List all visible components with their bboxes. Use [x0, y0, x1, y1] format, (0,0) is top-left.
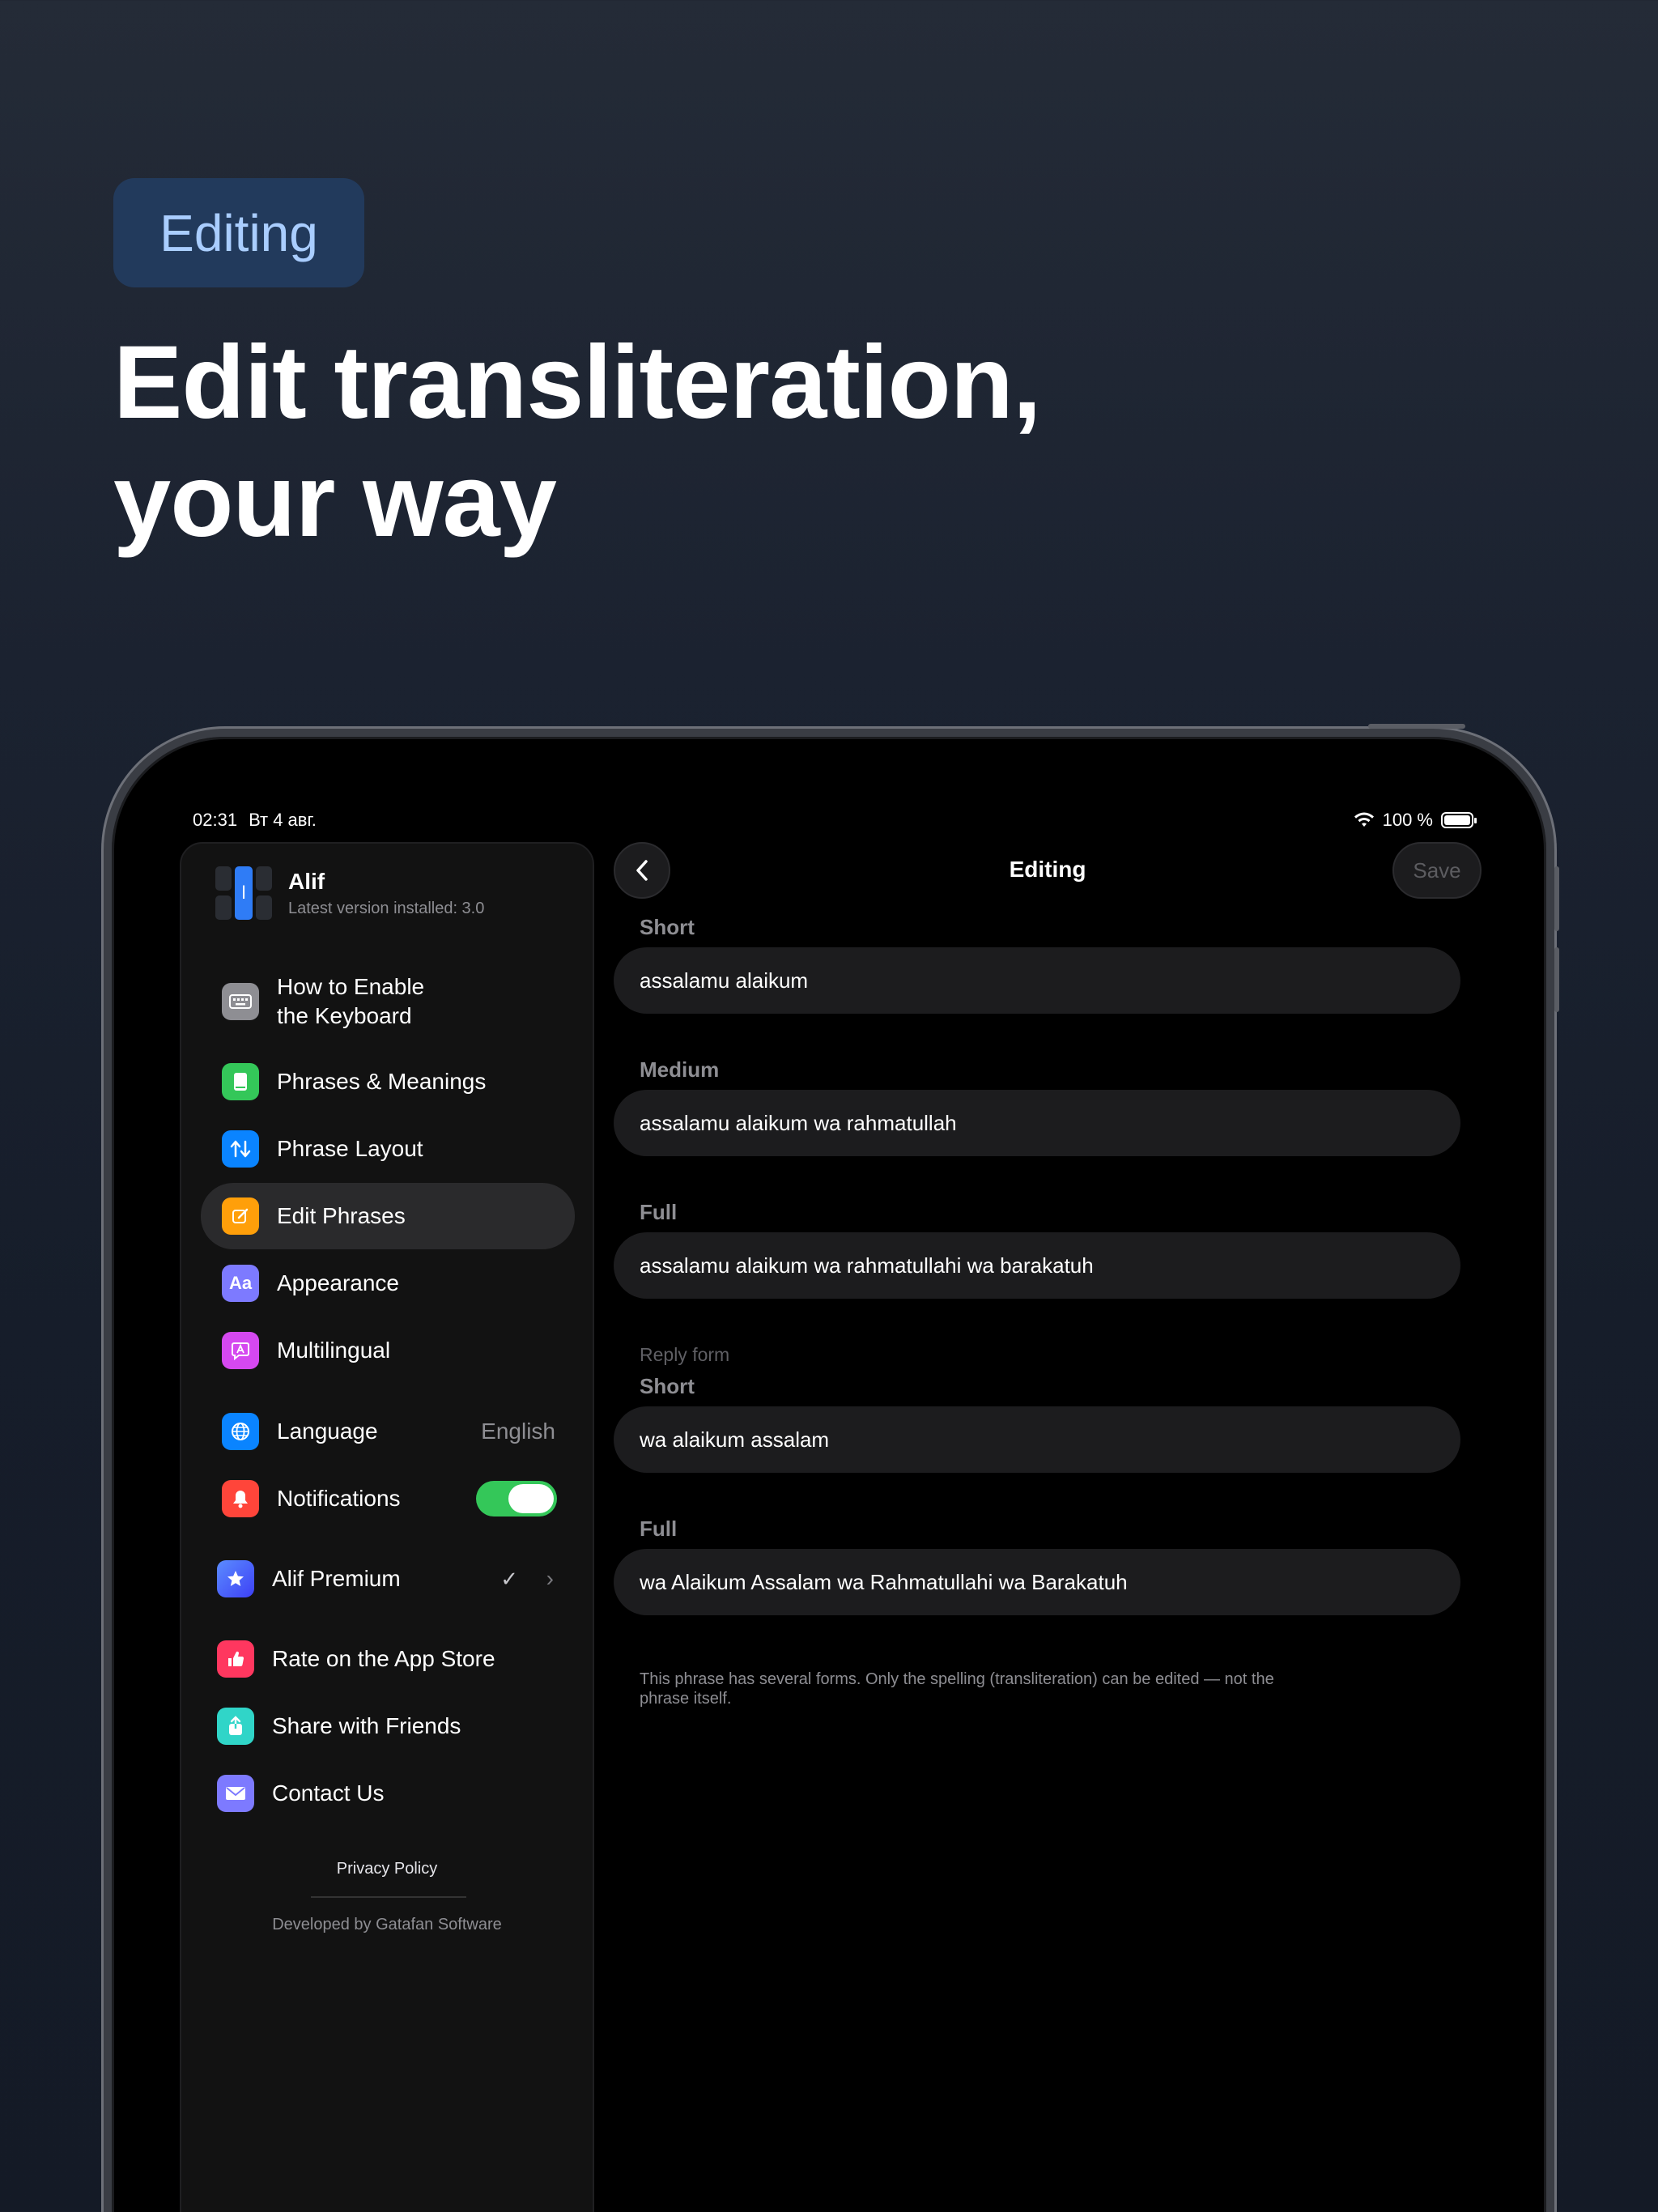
- battery-percent: 100 %: [1382, 810, 1433, 830]
- status-bar: 02:31 Вт 4 авг. 100 %: [193, 808, 1477, 832]
- sidebar-item-label: Alif Premium: [272, 1566, 401, 1591]
- sidebar-item-label: Appearance: [277, 1270, 400, 1295]
- bell-icon: [222, 1480, 259, 1517]
- promo-headline: Edit transliteration, your way: [113, 324, 1041, 560]
- sidebar-item-edit-phrases[interactable]: Edit Phrases: [201, 1183, 575, 1249]
- top-button: [1368, 724, 1465, 729]
- status-time: 02:31: [193, 810, 238, 830]
- battery-icon: [1441, 812, 1477, 828]
- footer-divider: [311, 1896, 466, 1898]
- full-form-field[interactable]: assalamu alaikum wa rahmatullahi wa bara…: [614, 1232, 1460, 1299]
- check-icon: ✓: [500, 1566, 518, 1591]
- chevron-right-icon: ›: [546, 1566, 554, 1591]
- sidebar-item-label: Phrases & Meanings: [277, 1069, 487, 1094]
- developer-credit: Developed by Gatafan Software: [272, 1916, 502, 1933]
- sidebar-item-appearance[interactable]: Aa Appearance: [201, 1259, 575, 1308]
- short-form-field[interactable]: assalamu alaikum: [614, 947, 1460, 1014]
- sidebar-item-multilingual[interactable]: Multilingual: [201, 1326, 575, 1375]
- app-name: Alif: [288, 868, 325, 894]
- sidebar-item-label: How to Enable: [277, 974, 425, 999]
- sidebar-item-label: Multilingual: [277, 1338, 391, 1363]
- app-version: Latest version installed: 3.0: [288, 899, 485, 917]
- sidebar-item-enable-keyboard[interactable]: How to Enable the Keyboard: [201, 965, 575, 1038]
- field-label-reply-full: Full: [640, 1516, 678, 1541]
- save-button[interactable]: Save: [1392, 842, 1482, 899]
- font-icon: Aa: [222, 1265, 259, 1302]
- share-icon: [217, 1708, 254, 1745]
- headline-line-1: Edit transliteration,: [113, 325, 1041, 440]
- sidebar-item-label: Contact Us: [272, 1780, 385, 1806]
- field-label-reply-short: Short: [640, 1374, 695, 1398]
- field-label-medium: Medium: [640, 1057, 720, 1082]
- field-label-short: Short: [640, 915, 695, 939]
- headline-line-2: your way: [113, 443, 557, 559]
- sidebar-item-language[interactable]: Language English: [201, 1407, 575, 1456]
- volume-button: [1554, 866, 1559, 931]
- wifi-icon: [1354, 812, 1374, 827]
- app-header: ا Alif Latest version installed: 3.0: [215, 866, 484, 920]
- promo-badge: Editing: [113, 178, 364, 287]
- tablet-device-frame: 02:31 Вт 4 авг. 100 % ا Alif Latest vers…: [104, 724, 1559, 2212]
- sidebar-item-label: Share with Friends: [272, 1713, 461, 1738]
- medium-form-field[interactable]: assalamu alaikum wa rahmatullah: [614, 1090, 1460, 1156]
- reply-form-section-label: Reply form: [640, 1344, 730, 1365]
- notifications-toggle[interactable]: [476, 1481, 557, 1516]
- reply-short-form-field[interactable]: wa alaikum assalam: [614, 1406, 1460, 1473]
- detail-pane: Editing Save Short assalamu alaikum Medi…: [614, 842, 1482, 2212]
- sidebar-item-label: Language: [277, 1419, 378, 1444]
- sidebar-item-phrase-layout[interactable]: Phrase Layout: [201, 1125, 575, 1173]
- globe-icon: [222, 1413, 259, 1450]
- sidebar-item-rate-app[interactable]: Rate on the App Store: [201, 1635, 575, 1683]
- keyboard-icon: [222, 983, 259, 1020]
- app-logo-icon: ا: [215, 866, 272, 920]
- language-value: English: [481, 1419, 555, 1444]
- sidebar-item-label: the Keyboard: [277, 1003, 412, 1028]
- book-icon: [222, 1063, 259, 1100]
- sidebar: ا Alif Latest version installed: 3.0 How…: [180, 842, 594, 2212]
- thumbs-up-icon: [217, 1640, 254, 1678]
- edit-footnote: This phrase has several forms. Only the …: [640, 1670, 1368, 1708]
- translate-bubble-icon: [222, 1332, 259, 1369]
- sidebar-item-phrases-meanings[interactable]: Phrases & Meanings: [201, 1057, 575, 1106]
- edit-icon: [222, 1197, 259, 1235]
- arrows-up-down-icon: [222, 1130, 259, 1168]
- status-date: Вт 4 авг.: [249, 810, 317, 830]
- page-title: Editing: [1009, 857, 1086, 882]
- sidebar-item-share[interactable]: Share with Friends: [201, 1702, 575, 1750]
- sidebar-item-contact[interactable]: Contact Us: [201, 1769, 575, 1818]
- footnote-line: phrase itself.: [640, 1690, 732, 1708]
- toggle-knob: [508, 1484, 554, 1513]
- sidebar-item-label: Edit Phrases: [277, 1203, 406, 1228]
- sidebar-item-notifications: Notifications: [201, 1474, 575, 1523]
- sidebar-item-label: Rate on the App Store: [272, 1646, 495, 1671]
- star-icon: [217, 1560, 254, 1597]
- privacy-policy-link[interactable]: Privacy Policy: [181, 1860, 593, 1878]
- sidebar-item-label: Notifications: [277, 1486, 401, 1511]
- sidebar-item-alif-premium[interactable]: Alif Premium ✓ ›: [201, 1555, 575, 1603]
- volume-button: [1554, 947, 1559, 1012]
- reply-full-form-field[interactable]: wa Alaikum Assalam wa Rahmatullahi wa Ba…: [614, 1549, 1460, 1615]
- sidebar-item-label: Phrase Layout: [277, 1136, 423, 1161]
- field-label-full: Full: [640, 1200, 678, 1224]
- envelope-icon: [217, 1775, 254, 1812]
- footnote-line: This phrase has several forms. Only the …: [640, 1670, 1274, 1688]
